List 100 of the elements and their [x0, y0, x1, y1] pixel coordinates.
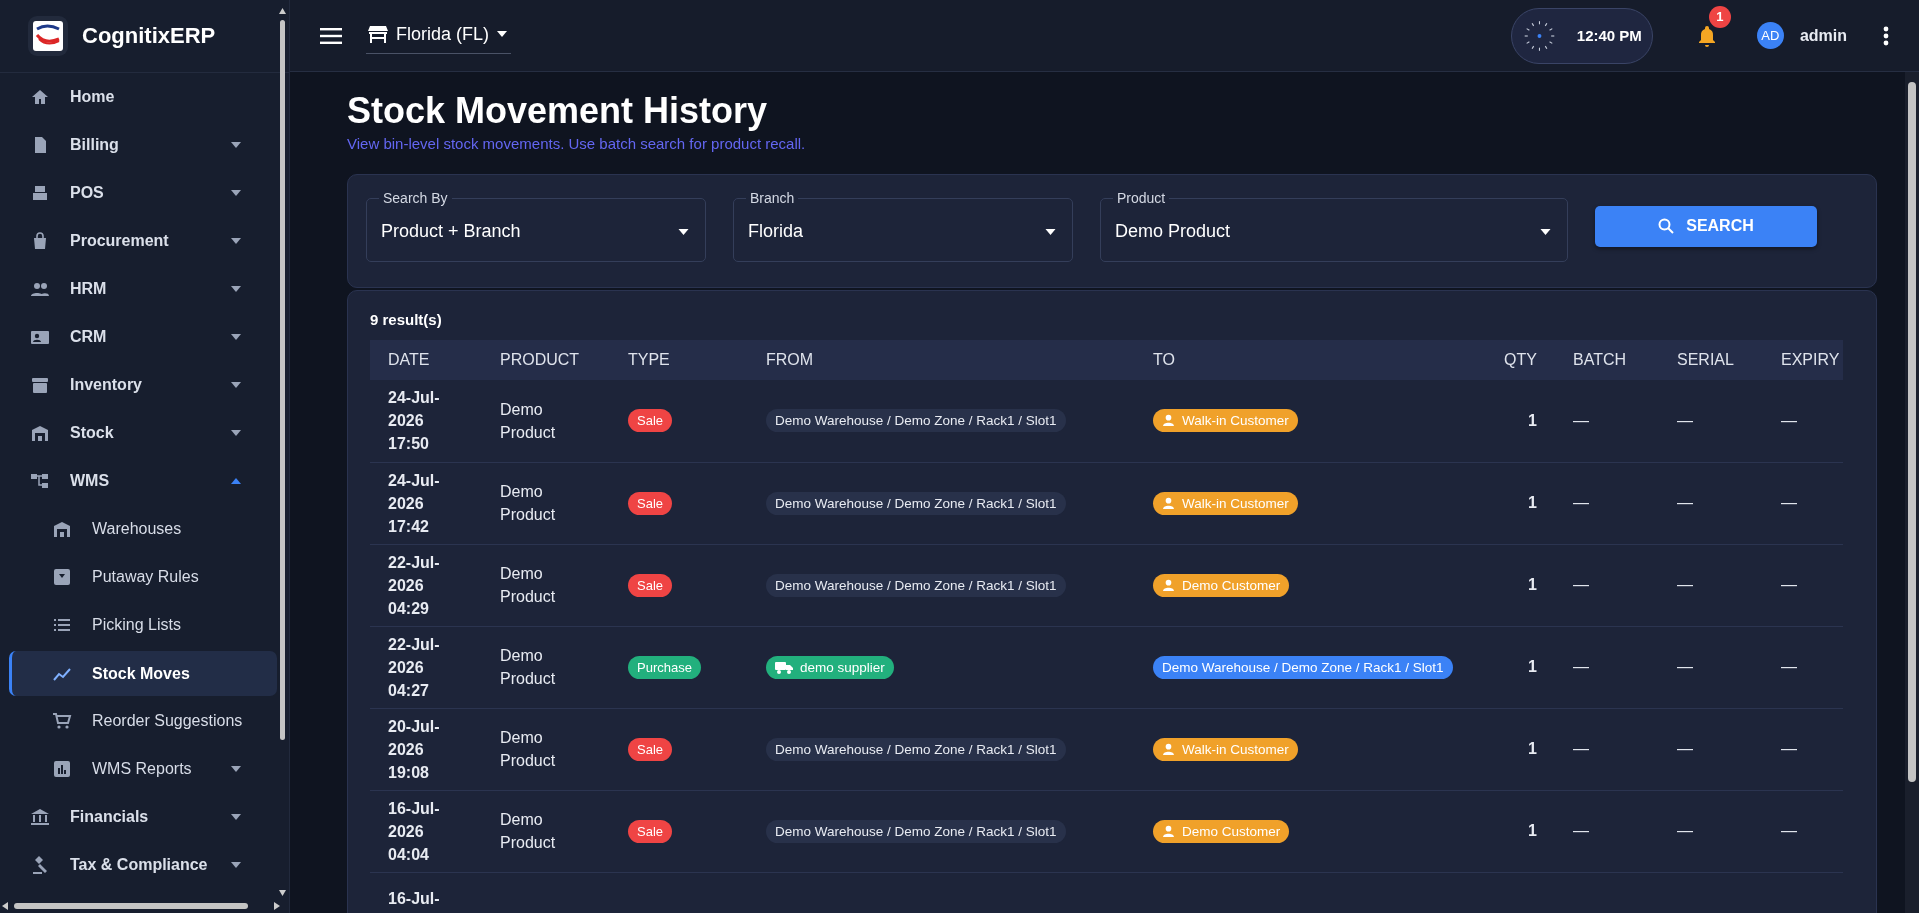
sidebar-item[interactable]: Procurement	[0, 217, 277, 265]
serial-cell: —	[1677, 740, 1693, 757]
logo-icon	[28, 16, 68, 56]
sidebar-item[interactable]: Financials	[0, 793, 277, 841]
bank-icon	[30, 807, 50, 827]
select-field[interactable]: Product Demo Product	[1100, 190, 1568, 262]
store-icon	[368, 25, 388, 43]
date-cell-text: 22-Jul-2026 04:27	[388, 634, 441, 701]
search-button[interactable]: SEARCH	[1595, 205, 1817, 247]
column-header[interactable]: TO	[1153, 351, 1175, 368]
sidebar-item[interactable]: WMS Reports	[0, 745, 277, 793]
home-icon	[30, 87, 50, 107]
type-badge: Sale	[628, 819, 673, 843]
bar-chart-icon	[52, 759, 72, 779]
sidebar-item[interactable]: CRM	[0, 313, 277, 361]
customer-tag: Walk-in Customer	[1153, 737, 1298, 761]
date-cell-text: 20-Jul-2026 19:08	[388, 716, 441, 783]
notification-count: 1	[1708, 5, 1731, 28]
cart-icon	[52, 711, 72, 731]
page-title: Stock Movement History	[347, 89, 769, 133]
supplier-tag: demo supplier	[766, 655, 894, 679]
batch-cell: —	[1573, 740, 1589, 757]
product-cell-text: Demo Product	[500, 482, 557, 525]
caret-icon	[497, 31, 507, 37]
sidebar-item[interactable]: Warehouses	[0, 505, 277, 553]
location-tag: Demo Warehouse / Demo Zone / Rack1 / Slot1	[766, 491, 1066, 515]
user-name[interactable]: admin	[1799, 26, 1847, 45]
sidebar-item[interactable]: Stock	[0, 409, 277, 457]
column-header[interactable]: QTY	[1504, 351, 1537, 368]
product-cell-text: Demo Product	[500, 399, 557, 443]
date-cell-text: 22-Jul-2026 04:29	[388, 552, 441, 619]
location-tag: Demo Warehouse / Demo Zone / Rack1 / Slot1	[766, 737, 1066, 761]
product-cell-text: Demo Product	[500, 646, 557, 689]
serial-cell: —	[1677, 658, 1693, 675]
person-icon	[1162, 496, 1175, 510]
customer-tag: Demo Customer	[1153, 573, 1290, 597]
column-header[interactable]: FROM	[766, 351, 814, 368]
sidebar-item[interactable]: Home	[0, 73, 277, 121]
type-badge: Sale	[628, 737, 673, 761]
select-field[interactable]: Search By Product + Branch	[366, 190, 706, 262]
caret-icon	[1045, 228, 1056, 235]
batch-cell: —	[1573, 411, 1589, 429]
product-cell-text: Demo Product	[500, 728, 557, 771]
archive-box-icon	[30, 375, 50, 395]
select-field[interactable]: Branch Florida	[733, 190, 1073, 262]
menu-icon[interactable]	[320, 27, 342, 44]
qty-cell: 1	[1528, 411, 1537, 429]
date-cell-text: 16-Jul-2026 04:04	[388, 798, 441, 865]
expiry-cell: —	[1781, 411, 1797, 429]
scrollbar[interactable]	[1905, 72, 1919, 913]
sidebar-item[interactable]: Billing	[0, 121, 277, 169]
column-header[interactable]: TYPE	[628, 351, 670, 368]
clock-time: 12:40 PM	[1576, 27, 1642, 44]
sidebar-item[interactable]: Putaway Rules	[0, 553, 277, 601]
column-header[interactable]: DATE	[388, 351, 430, 368]
sidebar-item[interactable]: Reorder Suggestions	[0, 697, 277, 745]
person-icon	[1162, 414, 1175, 428]
person-icon	[1162, 824, 1175, 838]
sidebar-item[interactable]: WMS	[0, 457, 277, 505]
qty-cell: 1	[1528, 822, 1537, 839]
truck-icon	[775, 660, 793, 674]
batch-cell: —	[1573, 494, 1589, 511]
sidebar-item[interactable]: Inventory	[0, 361, 277, 409]
location-tag: Demo Warehouse / Demo Zone / Rack1 / Slot1	[1153, 655, 1453, 679]
expiry-cell: —	[1781, 658, 1797, 675]
type-badge: Sale	[628, 573, 673, 597]
date-cell-text: 24-Jul-2026 17:42	[388, 470, 441, 537]
scrollbar[interactable]	[279, 6, 286, 899]
customer-tag: Walk-in Customer	[1153, 409, 1298, 433]
sidebar-item[interactable]: Stock Moves	[9, 651, 277, 696]
expiry-cell: —	[1781, 822, 1797, 839]
product-cell-text: Demo Product	[500, 564, 557, 607]
sidebar-item[interactable]: Picking Lists	[0, 601, 277, 649]
brand-name: CognitixERP	[82, 23, 216, 49]
type-badge: Purchase	[628, 655, 701, 679]
batch-cell: —	[1573, 658, 1589, 675]
serial-cell: —	[1677, 576, 1693, 593]
more-options-icon[interactable]	[1883, 25, 1889, 46]
type-badge: Sale	[628, 409, 673, 433]
avatar[interactable]: AD	[1756, 22, 1784, 49]
type-badge: Sale	[628, 491, 673, 515]
branch-selector[interactable]: Florida (FL)	[366, 17, 511, 54]
caret-icon	[1540, 228, 1551, 235]
serial-cell: —	[1677, 411, 1693, 429]
location-tag: Demo Warehouse / Demo Zone / Rack1 / Slot1	[766, 819, 1066, 843]
sidebar-item[interactable]: Tax & Compliance	[0, 841, 277, 889]
page-subtitle: View bin-level stock movements. Use batch search for product recall.	[347, 135, 807, 152]
location-tag: Demo Warehouse / Demo Zone / Rack1 / Slot1	[766, 409, 1066, 433]
expiry-cell: —	[1781, 740, 1797, 757]
batch-cell: —	[1573, 576, 1589, 593]
qty-cell: 1	[1528, 494, 1537, 511]
sidebar-item[interactable]: HRM	[0, 265, 277, 313]
expiry-cell: —	[1781, 494, 1797, 511]
hierarchy-icon	[30, 471, 50, 491]
warehouse-icon	[52, 519, 72, 539]
scrollbar[interactable]	[0, 901, 282, 911]
customer-tag: Walk-in Customer	[1153, 491, 1298, 515]
sidebar-item[interactable]: POS	[0, 169, 277, 217]
serial-cell: —	[1677, 494, 1693, 511]
result-count: 9 result(s)	[370, 311, 442, 328]
